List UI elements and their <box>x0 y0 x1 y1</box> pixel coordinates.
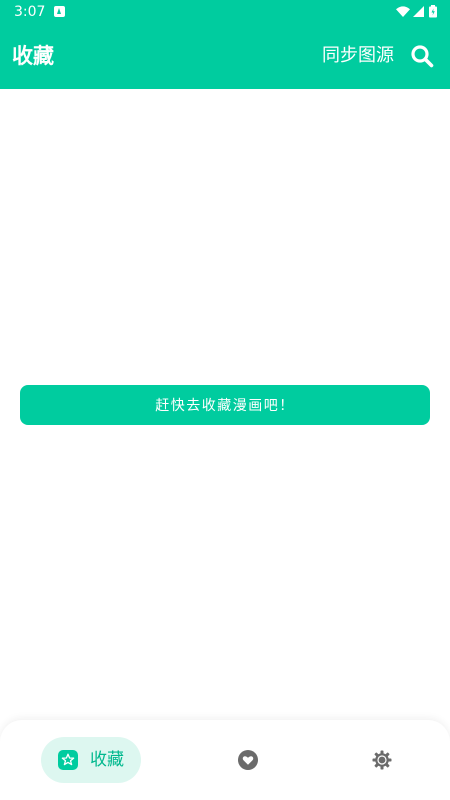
nav-item-settings[interactable] <box>371 749 393 771</box>
star-icon <box>58 750 78 770</box>
sync-sources-button[interactable]: 同步图源 <box>322 44 394 68</box>
page-title: 收藏 <box>12 44 54 68</box>
status-icons <box>396 5 438 19</box>
bottom-nav: 收藏 <box>0 720 450 800</box>
settings-icon <box>371 749 393 771</box>
nav-item-heart[interactable] <box>237 749 259 771</box>
status-bar: 3:07 <box>0 0 450 24</box>
go-collect-button[interactable]: 赶快去收藏漫画吧！ <box>20 385 430 425</box>
go-collect-label: 赶快去收藏漫画吧！ <box>155 398 295 414</box>
notification-a-icon <box>54 6 65 17</box>
signal-icon <box>413 6 424 17</box>
nav-item-favorites[interactable]: 收藏 <box>41 737 141 783</box>
app-bar: 收藏 同步图源 <box>0 24 450 89</box>
status-time: 3:07 <box>14 4 46 20</box>
wifi-icon <box>396 6 410 17</box>
battery-icon <box>429 5 437 18</box>
heart-icon <box>237 749 259 771</box>
search-icon[interactable] <box>410 44 434 68</box>
nav-item-favorites-label: 收藏 <box>90 750 124 770</box>
